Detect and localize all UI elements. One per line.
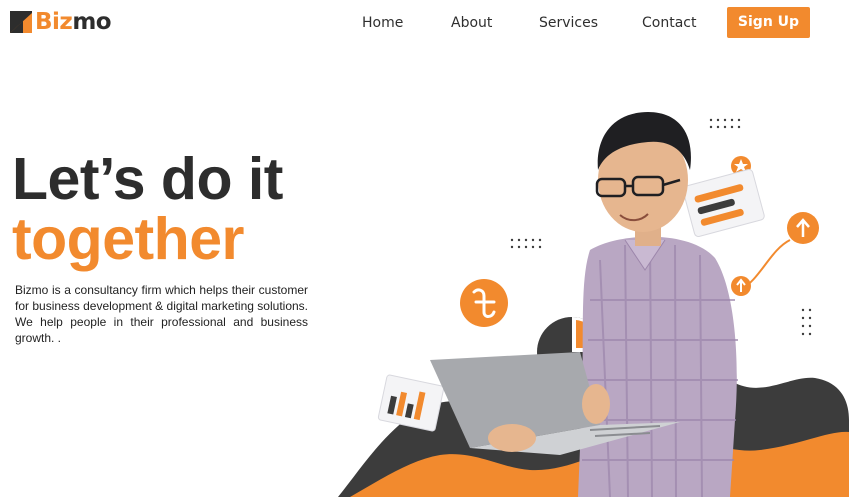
hero-description: Bizmo is a consultancy firm which helps …: [15, 283, 308, 345]
dot-grid-icon: [801, 308, 812, 336]
nav-home-link[interactable]: Home: [362, 13, 403, 33]
bar-chart-card-icon: [377, 374, 445, 432]
hero-headline-line2: together: [12, 206, 245, 272]
man-with-laptop: [430, 112, 738, 497]
nav-contact-link[interactable]: Contact: [642, 13, 696, 33]
wave-dark-shape: [338, 362, 849, 497]
dot-grid-icon: [510, 238, 542, 249]
star-badge-icon: [731, 156, 751, 176]
taka-coin-icon: [460, 279, 508, 327]
progress-card-icon: [682, 168, 765, 238]
growth-arrow-icon: [731, 276, 751, 296]
growth-arrow-icon: [787, 212, 819, 244]
pie-chart-icon: [537, 317, 607, 387]
nav-about-link[interactable]: About: [451, 13, 492, 33]
dot-grid-icon: [709, 118, 741, 129]
main-nav: Home About Services Contact: [0, 13, 849, 33]
nav-services-link[interactable]: Services: [539, 13, 598, 33]
signup-button[interactable]: Sign Up: [727, 7, 810, 38]
growth-curve: [739, 239, 791, 291]
wave-orange-shape: [350, 431, 849, 497]
